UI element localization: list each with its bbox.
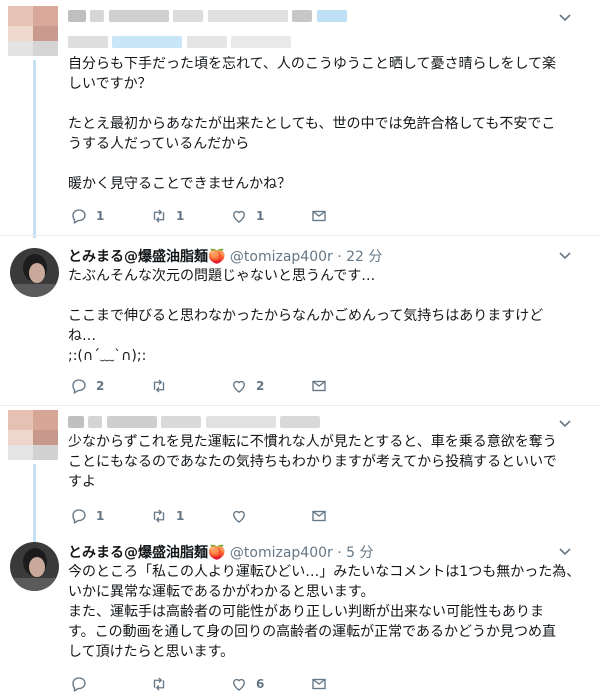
avatar[interactable] bbox=[10, 542, 59, 591]
message-icon bbox=[312, 380, 326, 392]
tweet-text: 自分らも下手だった頃を忘れて、人のこうゆうこと晒して憂さ晴らしをして楽 しいです… bbox=[68, 56, 557, 192]
retweet-icon bbox=[153, 677, 165, 691]
tweet-3[interactable]: 少なからずこれを見た運転に不慣れな人が見たとすると、車を乗る意欲を奪う ことにも… bbox=[0, 406, 601, 542]
like-button[interactable] bbox=[230, 506, 256, 526]
like-icon bbox=[233, 380, 245, 393]
like-icon bbox=[233, 210, 245, 223]
reply-button[interactable] bbox=[70, 674, 96, 694]
retweet-icon bbox=[153, 379, 165, 393]
chevron-down-icon[interactable] bbox=[557, 248, 573, 264]
retweet-icon bbox=[153, 509, 165, 523]
tweet-text: たぶんそんな次元の問題じゃないと思うんです… ここまで伸びると思わなかったからな… bbox=[68, 268, 544, 364]
message-button[interactable] bbox=[310, 376, 328, 396]
like-icon bbox=[233, 510, 245, 523]
reply-icon bbox=[72, 509, 86, 524]
retweet-button[interactable]: 1 bbox=[150, 206, 184, 226]
tweet-1[interactable]: 自分らも下手だった頃を忘れて、人のこうゆうこと晒して憂さ晴らしをして楽 しいです… bbox=[0, 0, 601, 238]
reply-icon bbox=[72, 677, 86, 692]
reply-button[interactable]: 1 bbox=[70, 506, 104, 526]
reply-icon bbox=[72, 379, 86, 394]
tweet-header: とみまる@爆盛油脂麺🍑 @tomizap400r · 22 分 bbox=[68, 246, 382, 266]
tweet-text: 少なからずこれを見た運転に不慣れな人が見たとすると、車を乗る意欲を奪う ことにも… bbox=[68, 434, 557, 490]
thread-line bbox=[33, 464, 36, 542]
message-button[interactable] bbox=[310, 674, 328, 694]
retweet-button[interactable]: 1 bbox=[150, 506, 184, 526]
avatar-blurred[interactable] bbox=[8, 410, 58, 460]
author-handle[interactable]: @tomizap400r bbox=[230, 545, 333, 561]
message-button[interactable] bbox=[310, 206, 328, 226]
like-button[interactable]: 2 bbox=[230, 376, 264, 396]
avatar[interactable] bbox=[10, 248, 59, 297]
thread-line bbox=[33, 60, 36, 238]
like-icon bbox=[233, 678, 245, 691]
timestamp[interactable]: · 22 分 bbox=[337, 249, 382, 265]
tweet-header: とみまる@爆盛油脂麺🍑 @tomizap400r · 5 分 bbox=[68, 542, 373, 562]
avatar-blurred[interactable] bbox=[8, 6, 58, 56]
chevron-down-icon[interactable] bbox=[557, 416, 573, 432]
message-button[interactable] bbox=[310, 506, 328, 526]
author-name[interactable]: とみまる@爆盛油脂麺🍑 bbox=[68, 249, 225, 265]
retweet-button[interactable] bbox=[150, 674, 176, 694]
chevron-down-icon[interactable] bbox=[557, 10, 573, 26]
retweet-icon bbox=[153, 209, 165, 223]
reply-icon bbox=[72, 209, 86, 224]
tweet-subheader-blurred bbox=[68, 34, 292, 54]
chevron-down-icon[interactable] bbox=[557, 544, 573, 560]
retweet-button[interactable] bbox=[150, 376, 176, 396]
tweet-header-blurred bbox=[68, 8, 347, 28]
tweet-2[interactable]: とみまる@爆盛油脂麺🍑 @tomizap400r · 22 分 たぶんそんな次元… bbox=[0, 236, 601, 404]
tweet-header-blurred bbox=[68, 414, 321, 434]
like-button[interactable]: 6 bbox=[230, 674, 264, 694]
author-name[interactable]: とみまる@爆盛油脂麺🍑 bbox=[68, 545, 225, 561]
like-button[interactable]: 1 bbox=[230, 206, 264, 226]
reply-button[interactable]: 1 bbox=[70, 206, 104, 226]
timestamp[interactable]: · 5 分 bbox=[337, 545, 373, 561]
message-icon bbox=[312, 510, 326, 522]
message-icon bbox=[312, 678, 326, 690]
author-handle[interactable]: @tomizap400r bbox=[230, 249, 333, 265]
tweet-4[interactable]: とみまる@爆盛油脂麺🍑 @tomizap400r · 5 分 今のところ「私この… bbox=[0, 536, 601, 698]
tweet-text: 今のところ「私この人より運転ひどい…」みたいなコメントは1つも無かった為、 いか… bbox=[68, 564, 581, 660]
message-icon bbox=[312, 210, 326, 222]
reply-button[interactable]: 2 bbox=[70, 376, 104, 396]
